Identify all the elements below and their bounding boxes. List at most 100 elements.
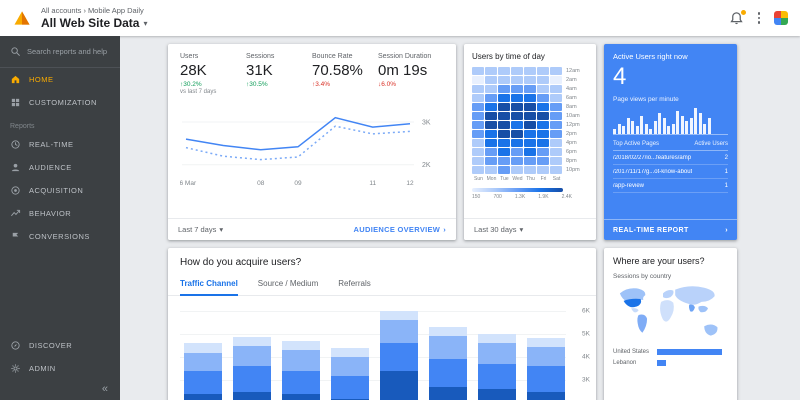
y-axis-label: 3K xyxy=(582,376,590,384)
date-range-selector[interactable]: Last 7 days ▾ xyxy=(178,225,223,234)
pageviews-bar xyxy=(653,121,657,134)
pageviews-bar xyxy=(622,126,625,134)
breadcrumb-account[interactable]: All accounts xyxy=(41,6,81,15)
active-users-title: Active Users right now xyxy=(613,52,688,61)
bar-segment xyxy=(527,337,565,347)
breadcrumb: All accounts › Mobile App Daily All Web Si… xyxy=(41,6,147,30)
active-page-users: 2 xyxy=(724,154,728,161)
heatmap-cell xyxy=(550,76,562,84)
day-label: Sat xyxy=(552,175,561,182)
svg-text:08: 08 xyxy=(257,180,265,187)
heatmap-cell xyxy=(537,103,549,111)
property-selector[interactable]: All Web Site Data ▾ xyxy=(41,16,147,30)
heatmap-title: Users by time of day xyxy=(472,52,545,61)
tab-source-medium[interactable]: Source / Medium xyxy=(258,276,318,295)
audience-overview-link[interactable]: AUDIENCE OVERVIEW › xyxy=(354,225,446,234)
y-axis-label: 4K xyxy=(582,353,590,361)
real-time-report-link[interactable]: REAL-TIME REPORT › xyxy=(604,219,737,240)
active-pages-table: /2018/02/27/io...features/amp 2/2017/11/1… xyxy=(613,151,728,193)
audience-overview-card: Users 28K ↑30.2% vs last 7 days Sessions 31K ↑… xyxy=(168,44,456,240)
customization-icon xyxy=(10,97,21,108)
heatmap-cell xyxy=(498,121,510,129)
bar-segment xyxy=(478,343,516,365)
page-title: All Web Site Data xyxy=(41,16,140,30)
svg-text:09: 09 xyxy=(294,180,302,187)
heatmap-cell xyxy=(511,121,523,129)
country-row: United States xyxy=(613,349,728,355)
active-users-count: 4 xyxy=(613,63,627,90)
pageviews-bar xyxy=(640,115,643,134)
tab-referrals[interactable]: Referrals xyxy=(338,276,370,295)
heatmap-cell xyxy=(472,112,484,120)
heatmap-cell xyxy=(537,157,549,165)
bar-segment xyxy=(282,393,320,400)
date-range-selector[interactable]: Last 30 days ▾ xyxy=(474,225,523,234)
stacked-bar xyxy=(233,336,271,400)
bar-segment xyxy=(282,341,320,351)
country-label: Lebanon xyxy=(613,360,637,366)
heatmap-cell xyxy=(524,157,536,165)
pageviews-bar xyxy=(694,108,697,134)
bar-segment xyxy=(429,336,467,360)
more-menu-button[interactable] xyxy=(756,10,763,26)
heatmap-cell xyxy=(524,85,536,93)
sidebar-item-conversions[interactable]: CONVERSIONS xyxy=(0,225,120,248)
bar-segment xyxy=(527,391,565,400)
sidebar-item-audience[interactable]: AUDIENCE xyxy=(0,156,120,179)
heatmap-cell xyxy=(511,139,523,147)
active-page-link[interactable]: /app-review xyxy=(613,183,644,189)
bar-segment xyxy=(331,357,369,376)
bar-segment xyxy=(429,327,467,337)
y-axis-label: 5K xyxy=(582,330,590,338)
heatmap-legend-gradient xyxy=(472,187,563,192)
svg-text:3K: 3K xyxy=(422,119,431,126)
heatmap-cell xyxy=(550,166,562,174)
metric-delta: ↑3.4% xyxy=(312,81,331,88)
collapse-sidebar-button[interactable]: « xyxy=(0,380,120,400)
heatmap-cell xyxy=(498,139,510,147)
legend-tick: 150 xyxy=(472,193,481,200)
active-page-link[interactable]: /2018/02/27/io...features/amp xyxy=(613,155,691,161)
sidebar-item-acquisition[interactable]: ACQUISITION xyxy=(0,179,120,202)
bar-segment xyxy=(233,345,271,367)
heatmap-cell xyxy=(498,103,510,111)
notifications-button[interactable] xyxy=(729,8,747,26)
sidebar-item-label: AUDIENCE xyxy=(29,163,72,172)
analytics-logo-icon[interactable] xyxy=(12,8,32,28)
sidebar-item-admin[interactable]: ADMIN xyxy=(0,357,120,380)
pageviews-per-minute-chart xyxy=(613,107,728,135)
day-label: Fri xyxy=(540,175,547,182)
pageviews-bar xyxy=(631,121,634,134)
sidebar-item-home[interactable]: HOME xyxy=(0,68,120,91)
sidebar-item-behavior[interactable]: BEHAVIOR xyxy=(0,202,120,225)
acquisition-icon xyxy=(10,185,21,196)
pageviews-bar xyxy=(680,115,684,134)
users-trend-chart: 3K 2K 06 Mar 08 09 11 12 xyxy=(180,116,431,187)
breadcrumb-property[interactable]: Mobile App Daily xyxy=(88,6,144,15)
behavior-icon xyxy=(10,208,21,219)
world-map xyxy=(619,286,718,336)
heatmap-cell xyxy=(498,157,510,165)
search-input[interactable]: Search reports and help xyxy=(0,36,120,68)
day-label: Thu xyxy=(526,175,535,182)
tab-traffic-channel[interactable]: Traffic Channel xyxy=(180,276,238,296)
heatmap-cell xyxy=(511,166,523,174)
heatmap-legend-ticks: 150 700 1.3K 1.9K 2.4K xyxy=(472,194,572,200)
heatmap-cell xyxy=(472,85,484,93)
stacked-bar xyxy=(478,334,516,400)
heatmap-cell xyxy=(537,112,549,120)
sidebar-item-real-time[interactable]: REAL-TIME xyxy=(0,133,120,156)
heatmap-cell xyxy=(498,67,510,75)
active-page-link[interactable]: /2017/11/17/g...ot-know-about xyxy=(613,169,692,175)
bar-segment xyxy=(184,370,222,394)
gridline xyxy=(180,311,566,313)
bar-segment xyxy=(380,343,418,371)
bar-segment xyxy=(184,352,222,371)
sidebar-item-customization[interactable]: CUSTOMIZATION xyxy=(0,91,120,114)
heatmap-cell xyxy=(485,67,497,75)
y-axis-label: 6K xyxy=(582,307,590,315)
brand-logo[interactable] xyxy=(774,11,788,25)
sidebar-item-discover[interactable]: DISCOVER xyxy=(0,334,120,357)
active-page-row: /2017/11/17/g...ot-know-about 1 xyxy=(613,165,728,179)
svg-text:11: 11 xyxy=(369,180,376,187)
